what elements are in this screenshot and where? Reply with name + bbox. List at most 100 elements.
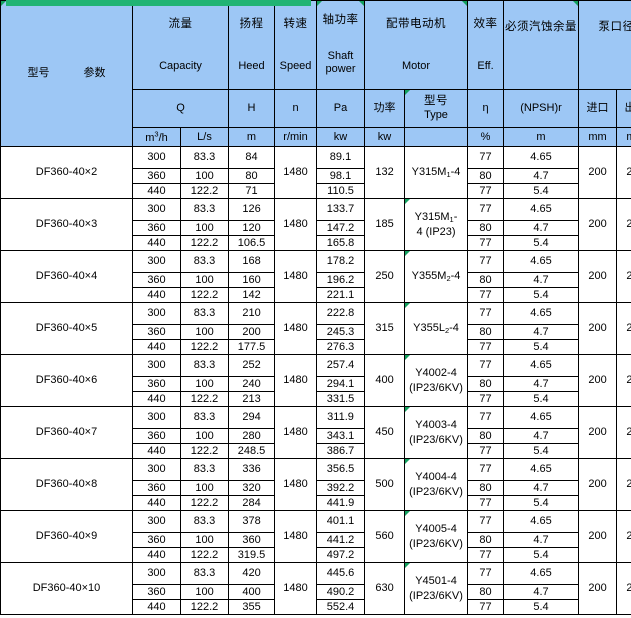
cell-shaft-power[interactable]: 552.4: [316, 599, 366, 615]
cell-efficiency[interactable]: 80: [467, 220, 505, 236]
cell-capacity-ls[interactable]: 83.3: [179, 198, 230, 221]
cell-head[interactable]: 213: [228, 391, 276, 407]
cell-capacity-ls[interactable]: 83.3: [179, 510, 230, 533]
cell-head[interactable]: 360: [228, 532, 276, 548]
table-row[interactable]: DF360-40×5 300 83.3 210 1480 222.8 315 Y355L2-4…: [0, 302, 631, 355]
cell-head[interactable]: 177.5: [228, 339, 276, 355]
cell-efficiency[interactable]: 77: [467, 443, 505, 459]
cell-capacity-ls[interactable]: 100: [179, 584, 230, 600]
cell-npsh[interactable]: 5.4: [503, 287, 580, 303]
cell-shaft-power[interactable]: 490.2: [316, 584, 366, 600]
cell-capacity-ls[interactable]: 100: [179, 376, 230, 392]
cell-efficiency[interactable]: 80: [467, 272, 505, 288]
cell-shaft-power[interactable]: 222.8: [316, 302, 366, 325]
cell-speed[interactable]: 1480: [274, 510, 318, 563]
cell-efficiency[interactable]: 77: [467, 391, 505, 407]
cell-shaft-power[interactable]: 178.2: [316, 250, 366, 273]
cell-capacity-m3h[interactable]: 300: [132, 302, 181, 325]
cell-efficiency[interactable]: 77: [467, 183, 505, 199]
cell-efficiency[interactable]: 77: [467, 510, 505, 533]
cell-motor-type[interactable]: Y315M1-4: [404, 146, 469, 199]
table-row[interactable]: DF360-40×8 300 83.3 336 1480 356.5 500 Y4004-4(…: [0, 458, 631, 511]
cell-motor-power[interactable]: 315: [364, 302, 406, 355]
cell-head[interactable]: 200: [228, 324, 276, 340]
cell-head[interactable]: 400: [228, 584, 276, 600]
cell-efficiency[interactable]: 77: [467, 547, 505, 563]
cell-model[interactable]: DF360-40×10: [0, 562, 133, 615]
cell-efficiency[interactable]: 77: [467, 458, 505, 481]
cell-shaft-power[interactable]: 294.1: [316, 376, 366, 392]
cell-head[interactable]: 378: [228, 510, 276, 533]
table-row[interactable]: DF360-40×10 300 83.3 420 1480 445.6 630 Y4501-4…: [0, 562, 631, 615]
cell-capacity-ls[interactable]: 83.3: [179, 302, 230, 325]
table-row[interactable]: DF360-40×2 300 83.3 84 1480 89.1 132 Y315M1-4 77…: [0, 146, 631, 199]
cell-capacity-m3h[interactable]: 300: [132, 354, 181, 377]
cell-motor-type[interactable]: Y4002-4 (IP23/6KV): [404, 354, 469, 407]
cell-capacity-m3h[interactable]: 440: [132, 443, 181, 459]
cell-motor-type[interactable]: Y4004-4 (IP23/6KV): [404, 458, 469, 511]
cell-outlet[interactable]: 200: [616, 510, 631, 563]
cell-capacity-m3h[interactable]: 440: [132, 495, 181, 511]
cell-shaft-power[interactable]: 356.5: [316, 458, 366, 481]
cell-efficiency[interactable]: 77: [467, 250, 505, 273]
cell-capacity-ls[interactable]: 83.3: [179, 562, 230, 585]
cell-capacity-ls[interactable]: 83.3: [179, 250, 230, 273]
table-row[interactable]: DF360-40×3 300 83.3 126 1480 133.7 185 Y315M1- 4…: [0, 198, 631, 251]
cell-capacity-m3h[interactable]: 360: [132, 480, 181, 496]
cell-speed[interactable]: 1480: [274, 302, 318, 355]
cell-speed[interactable]: 1480: [274, 458, 318, 511]
cell-model[interactable]: DF360-40×5: [0, 302, 133, 355]
cell-inlet[interactable]: 200: [578, 458, 618, 511]
cell-shaft-power[interactable]: 343.1: [316, 428, 366, 444]
cell-npsh[interactable]: 4.7: [503, 376, 580, 392]
cell-efficiency[interactable]: 77: [467, 198, 505, 221]
cell-capacity-m3h[interactable]: 300: [132, 406, 181, 429]
cell-capacity-ls[interactable]: 122.2: [179, 443, 230, 459]
cell-motor-power[interactable]: 132: [364, 146, 406, 199]
cell-capacity-m3h[interactable]: 440: [132, 287, 181, 303]
cell-head[interactable]: 319.5: [228, 547, 276, 563]
cell-outlet[interactable]: 200: [616, 250, 631, 303]
cell-efficiency[interactable]: 77: [467, 599, 505, 615]
cell-motor-power[interactable]: 560: [364, 510, 406, 563]
cell-head[interactable]: 168: [228, 250, 276, 273]
cell-speed[interactable]: 1480: [274, 406, 318, 459]
cell-npsh[interactable]: 4.7: [503, 584, 580, 600]
cell-speed[interactable]: 1480: [274, 250, 318, 303]
cell-npsh[interactable]: 4.7: [503, 532, 580, 548]
cell-outlet[interactable]: 200: [616, 302, 631, 355]
cell-capacity-m3h[interactable]: 440: [132, 547, 181, 563]
cell-shaft-power[interactable]: 276.3: [316, 339, 366, 355]
cell-npsh[interactable]: 4.65: [503, 406, 580, 429]
cell-head[interactable]: 252: [228, 354, 276, 377]
cell-inlet[interactable]: 200: [578, 510, 618, 563]
cell-outlet[interactable]: 200: [616, 458, 631, 511]
cell-npsh[interactable]: 5.4: [503, 183, 580, 199]
cell-shaft-power[interactable]: 311.9: [316, 406, 366, 429]
cell-capacity-ls[interactable]: 122.2: [179, 235, 230, 251]
cell-speed[interactable]: 1480: [274, 198, 318, 251]
cell-capacity-ls[interactable]: 100: [179, 532, 230, 548]
cell-capacity-ls[interactable]: 83.3: [179, 354, 230, 377]
cell-efficiency[interactable]: 80: [467, 428, 505, 444]
cell-npsh[interactable]: 5.4: [503, 391, 580, 407]
cell-head[interactable]: 248.5: [228, 443, 276, 459]
cell-head[interactable]: 160: [228, 272, 276, 288]
cell-shaft-power[interactable]: 441.9: [316, 495, 366, 511]
cell-npsh[interactable]: 4.7: [503, 480, 580, 496]
cell-head[interactable]: 336: [228, 458, 276, 481]
cell-capacity-m3h[interactable]: 440: [132, 391, 181, 407]
cell-npsh[interactable]: 5.4: [503, 495, 580, 511]
cell-capacity-m3h[interactable]: 360: [132, 532, 181, 548]
cell-npsh[interactable]: 5.4: [503, 235, 580, 251]
cell-model[interactable]: DF360-40×4: [0, 250, 133, 303]
cell-shaft-power[interactable]: 386.7: [316, 443, 366, 459]
cell-shaft-power[interactable]: 497.2: [316, 547, 366, 563]
cell-motor-power[interactable]: 630: [364, 562, 406, 615]
cell-efficiency[interactable]: 77: [467, 562, 505, 585]
cell-motor-power[interactable]: 500: [364, 458, 406, 511]
cell-efficiency[interactable]: 80: [467, 168, 505, 184]
cell-shaft-power[interactable]: 245.3: [316, 324, 366, 340]
cell-outlet[interactable]: 200: [616, 406, 631, 459]
cell-head[interactable]: 420: [228, 562, 276, 585]
